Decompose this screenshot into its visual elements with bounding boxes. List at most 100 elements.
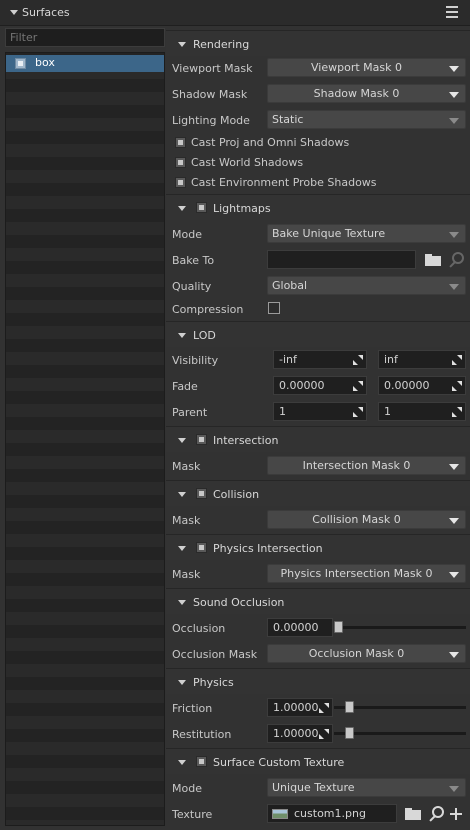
occlusion-slider-handle[interactable] — [334, 621, 343, 633]
occlusion-slider[interactable] — [334, 626, 466, 629]
friction-field[interactable]: 1.00000 — [267, 698, 333, 717]
expand-icon[interactable] — [452, 381, 462, 391]
bake-to-field[interactable] — [267, 250, 416, 269]
section-sound-occlusion-header[interactable]: Sound Occlusion — [166, 588, 470, 614]
physics-intersection-mask-dropdown[interactable]: Physics Intersection Mask 0 — [267, 564, 466, 583]
expand-icon[interactable] — [452, 355, 462, 365]
section-physics-intersection-header[interactable]: Physics Intersection — [166, 534, 470, 560]
section-title: Surface Custom Texture — [213, 756, 345, 769]
occlusion-mask-dropdown[interactable]: Occlusion Mask 0 — [267, 644, 466, 663]
dropdown-arrow-icon — [449, 232, 459, 238]
expand-arrow-icon[interactable] — [178, 492, 186, 497]
section-intersection-header[interactable]: Intersection — [166, 426, 470, 452]
texture-mode-dropdown[interactable]: Unique Texture — [267, 778, 466, 797]
compression-checkbox[interactable] — [268, 302, 280, 314]
texture-label: Texture — [172, 808, 213, 821]
intersection-enabled-checkbox[interactable] — [196, 434, 207, 445]
expand-icon[interactable] — [452, 407, 462, 417]
dropdown-arrow-icon — [449, 518, 459, 524]
properties-panel: Rendering Viewport Mask Viewport Mask 0 … — [166, 26, 470, 830]
expand-arrow-icon[interactable] — [178, 546, 186, 551]
tree-item-box[interactable]: box — [6, 55, 164, 72]
texture-field[interactable]: custom1.png — [267, 804, 397, 823]
collapse-arrow-icon[interactable] — [10, 10, 18, 15]
custom-texture-enabled-checkbox[interactable] — [196, 756, 207, 767]
viewport-mask-dropdown[interactable]: Viewport Mask 0 — [267, 58, 466, 77]
visibility-max-field[interactable]: inf — [378, 350, 466, 369]
section-physics-header[interactable]: Physics — [166, 668, 470, 694]
section-title: Collision — [213, 488, 260, 501]
section-collision-header[interactable]: Collision — [166, 480, 470, 506]
quality-dropdown[interactable]: Global — [267, 276, 466, 295]
dropdown-arrow-icon — [449, 464, 459, 470]
parent-label: Parent — [172, 406, 208, 419]
collision-enabled-checkbox[interactable] — [196, 488, 207, 499]
friction-label: Friction — [172, 702, 213, 715]
compression-label: Compression — [172, 303, 244, 316]
section-rendering-header[interactable]: Rendering — [166, 30, 470, 56]
checkbox[interactable] — [175, 157, 186, 168]
section-surface-custom-texture-header[interactable]: Surface Custom Texture — [166, 748, 470, 774]
collision-mask-dropdown[interactable]: Collision Mask 0 — [267, 510, 466, 529]
restitution-slider-handle[interactable] — [345, 727, 354, 739]
lightmap-mode-dropdown[interactable]: Bake Unique Texture — [267, 224, 466, 243]
section-title: Physics — [193, 676, 234, 689]
expand-arrow-icon[interactable] — [178, 206, 186, 211]
intersection-mask-dropdown[interactable]: Intersection Mask 0 — [267, 456, 466, 475]
menu-icon[interactable] — [446, 6, 458, 19]
shadow-mask-dropdown[interactable]: Shadow Mask 0 — [267, 84, 466, 103]
panel-title: Surfaces — [22, 6, 70, 19]
expand-icon[interactable] — [353, 407, 363, 417]
section-title: Intersection — [213, 434, 279, 447]
expand-icon[interactable] — [353, 381, 363, 391]
surface-enabled-checkbox[interactable] — [15, 58, 26, 69]
expand-arrow-icon[interactable] — [178, 333, 186, 338]
restitution-label: Restitution — [172, 728, 232, 741]
occlusion-mask-label: Occlusion Mask — [172, 648, 258, 661]
expand-icon[interactable] — [353, 355, 363, 365]
expand-arrow-icon[interactable] — [178, 42, 186, 47]
fade-min-field[interactable]: 0.00000 — [273, 376, 367, 395]
expand-arrow-icon[interactable] — [178, 680, 186, 685]
expand-icon[interactable] — [319, 729, 329, 739]
parent-max-field[interactable]: 1 — [378, 402, 466, 421]
folder-icon[interactable] — [405, 808, 421, 820]
lightmaps-enabled-checkbox[interactable] — [196, 202, 207, 213]
surface-list-panel: box — [4, 28, 166, 826]
expand-arrow-icon[interactable] — [178, 600, 186, 605]
friction-slider-handle[interactable] — [345, 701, 354, 713]
lightmap-mode-label: Mode — [172, 228, 202, 241]
expand-arrow-icon[interactable] — [178, 438, 186, 443]
folder-icon[interactable] — [425, 254, 441, 266]
fade-label: Fade — [172, 380, 198, 393]
checkbox[interactable] — [175, 137, 186, 148]
section-title: Lightmaps — [213, 202, 271, 215]
section-lod-header[interactable]: LOD — [166, 321, 470, 347]
dropdown-arrow-icon — [449, 92, 459, 98]
checkbox[interactable] — [175, 177, 186, 188]
expand-arrow-icon[interactable] — [178, 760, 186, 765]
occlusion-field[interactable]: 0.00000 — [267, 618, 333, 637]
parent-min-field[interactable]: 1 — [273, 402, 367, 421]
lighting-mode-dropdown[interactable]: Static — [267, 110, 466, 129]
dropdown-arrow-icon — [449, 66, 459, 72]
section-title: Rendering — [193, 38, 250, 51]
search-icon — [448, 252, 464, 266]
fade-max-field[interactable]: 0.00000 — [378, 376, 466, 395]
section-lightmaps-header[interactable]: Lightmaps — [166, 194, 470, 220]
search-icon[interactable] — [428, 806, 444, 820]
texture-mode-label: Mode — [172, 782, 202, 795]
viewport-mask-label: Viewport Mask — [172, 62, 253, 75]
collision-mask-label: Mask — [172, 514, 201, 527]
surface-tree[interactable]: box — [5, 52, 165, 826]
visibility-min-field[interactable]: -inf — [273, 350, 367, 369]
dropdown-arrow-icon — [449, 572, 459, 578]
dropdown-arrow-icon — [449, 284, 459, 290]
add-icon[interactable] — [450, 808, 462, 820]
expand-icon[interactable] — [319, 703, 329, 713]
dropdown-arrow-icon — [449, 118, 459, 124]
quality-label: Quality — [172, 280, 212, 293]
physics-intersection-enabled-checkbox[interactable] — [196, 542, 207, 553]
filter-input[interactable] — [5, 28, 165, 47]
restitution-field[interactable]: 1.00000 — [267, 724, 333, 743]
